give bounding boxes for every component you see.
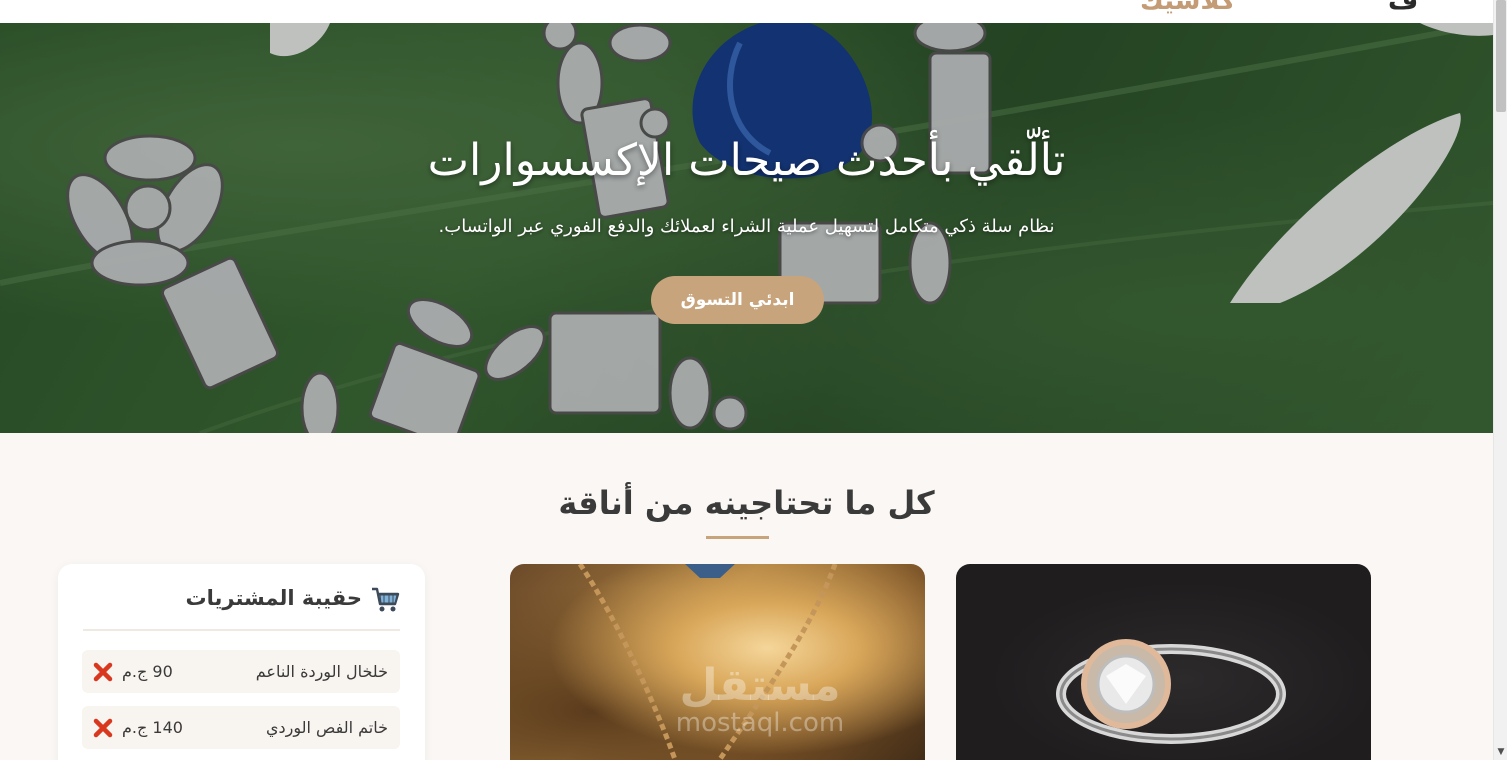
- brand-logo[interactable]: كلاسيك: [1140, 0, 1235, 16]
- hero-title: تألّقي بأحدث صيحات الإكسسوارات: [427, 135, 1066, 186]
- product-card-ring[interactable]: [956, 564, 1371, 760]
- section-title: كل ما تحتاجينه من أناقة: [558, 484, 935, 522]
- cart-item: خاتم الفص الوردي 140 ج.م: [82, 706, 400, 749]
- remove-item-icon[interactable]: [92, 661, 114, 683]
- cart-item-name: خلخال الوردة الناعم: [255, 662, 388, 681]
- section-title-underline: [706, 536, 769, 539]
- remove-item-icon[interactable]: [92, 717, 114, 739]
- hero-content: تألّقي بأحدث صيحات الإكسسوارات نظام سلة …: [0, 23, 1493, 433]
- cart-item-price-group: 90 ج.م: [92, 661, 173, 683]
- cart-title: حقيبة المشتريات: [185, 586, 362, 610]
- watermark-text: مستقل: [679, 660, 841, 711]
- watermark: مستقل mostaql.com: [660, 664, 860, 738]
- scrollbar-thumb[interactable]: [1496, 0, 1506, 112]
- site-header: كلاسيك ف: [0, 0, 1493, 23]
- close-icon: [93, 718, 113, 737]
- cart-item-price: 140 ج.م: [122, 718, 183, 737]
- hero-banner: تألّقي بأحدث صيحات الإكسسوارات نظام سلة …: [0, 23, 1493, 433]
- page-scrollbar[interactable]: ▼: [1493, 0, 1507, 760]
- cart-item-price: 90 ج.م: [122, 662, 173, 681]
- cart-item-price-group: 140 ج.م: [92, 717, 183, 739]
- start-shopping-button[interactable]: ابدئي التسوق: [651, 276, 824, 324]
- cart-item: خلخال الوردة الناعم 90 ج.م: [82, 650, 400, 693]
- ring-product-image: [1056, 639, 1286, 744]
- close-icon: [93, 662, 113, 681]
- shopping-cart-icon: [372, 587, 400, 612]
- cart-header: حقيبة المشتريات: [83, 586, 400, 631]
- hero-subtitle: نظام سلة ذكي متكامل لتسهيل عملية الشراء …: [438, 216, 1055, 237]
- product-card-necklace[interactable]: مستقل mostaql.com: [510, 564, 925, 760]
- scroll-down-icon[interactable]: ▼: [1494, 746, 1507, 758]
- shopping-cart-panel: حقيبة المشتريات خلخال الوردة الناعم 90 ج…: [58, 564, 425, 760]
- nav-menu-fragment[interactable]: ف: [1388, 0, 1418, 16]
- watermark-domain: mostaql.com: [675, 708, 845, 738]
- page: كلاسيك ف تألّقي بأحدث صيحات الإكسسوارات …: [0, 0, 1507, 760]
- cart-item-name: خاتم الفص الوردي: [265, 718, 388, 737]
